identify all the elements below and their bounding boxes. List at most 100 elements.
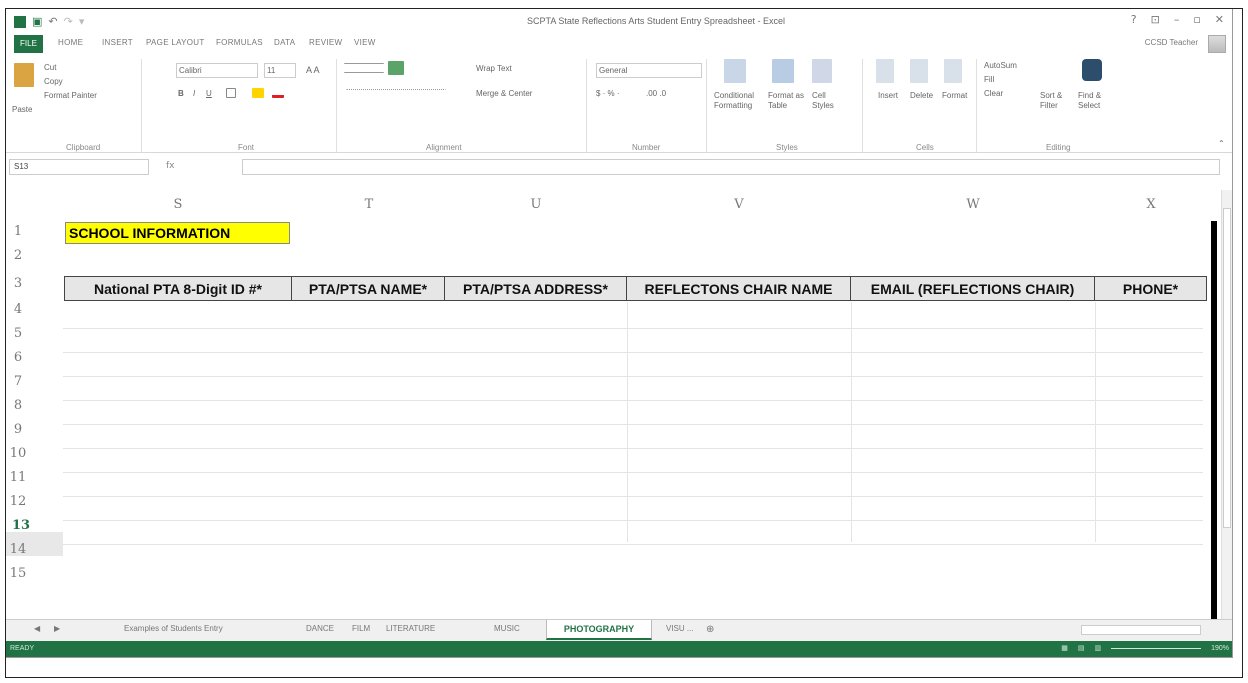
row-header[interactable]: 3: [6, 276, 30, 291]
tab-home[interactable]: HOME: [58, 38, 83, 47]
row-header[interactable]: 14: [6, 542, 30, 557]
header-cell-pta-id[interactable]: National PTA 8-Digit ID #*: [64, 276, 292, 301]
delete-cells-icon[interactable]: [910, 59, 928, 83]
add-sheet-icon[interactable]: ⊕: [706, 624, 714, 635]
autosum-button[interactable]: AutoSum: [984, 61, 1017, 70]
redo-icon[interactable]: ↷: [64, 15, 73, 28]
formula-input[interactable]: [242, 159, 1220, 175]
format-cells-icon[interactable]: [944, 59, 962, 83]
bold-button[interactable]: B: [178, 89, 184, 98]
normal-view-icon[interactable]: ▦: [1061, 644, 1068, 652]
font-color-icon[interactable]: [272, 88, 284, 98]
restore-button[interactable]: ▫: [1193, 13, 1200, 26]
vertical-scrollbar[interactable]: [1221, 190, 1232, 620]
italic-button[interactable]: I: [193, 89, 195, 98]
horizontal-scrollbar[interactable]: [1081, 625, 1201, 635]
school-information-cell[interactable]: SCHOOL INFORMATION: [65, 222, 290, 244]
row-header[interactable]: 8: [6, 398, 30, 413]
sheet-tab-literature[interactable]: LITERATURE: [386, 624, 435, 633]
column-header-s[interactable]: S: [63, 190, 293, 217]
header-cell-pta-name[interactable]: PTA/PTSA NAME*: [292, 276, 445, 301]
minimize-button[interactable]: –: [1174, 13, 1180, 26]
decimal-icon[interactable]: .00 .0: [646, 89, 666, 98]
column-header-x[interactable]: X: [1095, 190, 1207, 217]
row-header[interactable]: 15: [6, 566, 30, 581]
zoom-slider[interactable]: [1111, 647, 1202, 649]
column-header-u[interactable]: U: [445, 190, 627, 217]
delete-button[interactable]: Delete: [910, 91, 933, 100]
collapse-ribbon-icon[interactable]: ⌃: [1218, 139, 1225, 148]
column-header-t[interactable]: T: [293, 190, 445, 217]
cell-styles-icon[interactable]: [812, 59, 832, 83]
sheet-tab-dance[interactable]: DANCE: [306, 624, 334, 633]
insert-cells-icon[interactable]: [876, 59, 894, 83]
avatar[interactable]: [1208, 35, 1226, 53]
insert-button[interactable]: Insert: [878, 91, 898, 100]
sheet-tab-film[interactable]: FILM: [352, 624, 370, 633]
scroll-tabs-right-icon[interactable]: ▶: [54, 624, 60, 633]
paste-icon[interactable]: [14, 63, 34, 87]
tab-page-layout[interactable]: PAGE LAYOUT: [146, 38, 205, 47]
row-header[interactable]: 11: [6, 470, 30, 485]
sheet-tab-examples[interactable]: Examples of Students Entry: [124, 624, 223, 633]
format-table-icon[interactable]: [772, 59, 794, 83]
row-header-selected[interactable]: 13: [12, 518, 30, 533]
currency-icon[interactable]: $ · % ·: [596, 89, 620, 98]
sheet-tab-visual-arts[interactable]: VISU ...: [666, 624, 694, 633]
column-header-v[interactable]: V: [627, 190, 851, 217]
row-header[interactable]: 4: [6, 302, 30, 317]
tab-view[interactable]: VIEW: [354, 38, 376, 47]
conditional-formatting-icon[interactable]: [724, 59, 746, 83]
align-top-icon[interactable]: [344, 63, 384, 73]
header-cell-pta-address[interactable]: PTA/PTSA ADDRESS*: [445, 276, 627, 301]
number-format-select[interactable]: General: [596, 63, 702, 78]
scroll-tabs-left-icon[interactable]: ◀: [34, 624, 40, 633]
row-header[interactable]: 5: [6, 326, 30, 341]
fill-button[interactable]: Fill: [984, 75, 994, 84]
copy-button[interactable]: Copy: [44, 77, 63, 86]
format-as-table-button[interactable]: Format as Table: [768, 91, 808, 111]
fill-color-icon[interactable]: [252, 88, 264, 98]
sort-filter-button[interactable]: Sort & Filter: [1040, 91, 1072, 111]
merge-center-button[interactable]: Merge & Center: [476, 89, 532, 98]
header-cell-chair-email[interactable]: EMAIL (REFLECTIONS CHAIR): [851, 276, 1095, 301]
zoom-level[interactable]: 190%: [1211, 645, 1229, 652]
font-name-select[interactable]: Calibri: [176, 63, 258, 78]
font-size-select[interactable]: 11: [264, 63, 296, 78]
row-header[interactable]: 2: [6, 248, 30, 263]
save-icon[interactable]: ▣: [32, 15, 42, 28]
row-header[interactable]: 6: [6, 350, 30, 365]
format-button[interactable]: Format: [942, 91, 967, 100]
undo-icon[interactable]: ↶: [48, 15, 57, 28]
row-header[interactable]: 9: [6, 422, 30, 437]
page-break-view-icon[interactable]: ▥: [1094, 644, 1101, 652]
help-button[interactable]: ?: [1131, 13, 1137, 26]
sort-filter-icon[interactable]: [1046, 61, 1062, 83]
wrap-text-button[interactable]: Wrap Text: [476, 64, 512, 73]
tab-file[interactable]: FILE: [14, 35, 43, 53]
row-header[interactable]: 12: [6, 494, 30, 509]
row-header[interactable]: 7: [6, 374, 30, 389]
conditional-formatting-button[interactable]: Conditional Formatting: [714, 91, 764, 111]
column-header-w[interactable]: W: [851, 190, 1095, 217]
cut-button[interactable]: Cut: [44, 63, 56, 72]
align-left-icon[interactable]: [346, 89, 446, 97]
scroll-thumb[interactable]: [1223, 208, 1231, 528]
user-name[interactable]: CCSD Teacher: [1145, 38, 1198, 47]
name-box[interactable]: S13: [9, 159, 149, 175]
close-button[interactable]: ✕: [1215, 13, 1224, 26]
tab-data[interactable]: DATA: [274, 38, 295, 47]
grow-font-icon[interactable]: A A: [306, 65, 320, 75]
orientation-icon[interactable]: [388, 61, 404, 75]
tab-review[interactable]: REVIEW: [309, 38, 342, 47]
customize-qat-icon[interactable]: ▾: [79, 15, 85, 28]
underline-button[interactable]: U: [206, 89, 212, 98]
header-cell-phone[interactable]: PHONE*: [1095, 276, 1207, 301]
page-layout-view-icon[interactable]: ▤: [1078, 644, 1085, 652]
clear-button[interactable]: Clear: [984, 89, 1003, 98]
sheet-tab-photography[interactable]: PHOTOGRAPHY: [546, 620, 652, 640]
sheet-tab-music[interactable]: MUSIC: [494, 624, 520, 633]
format-painter-button[interactable]: Format Painter: [44, 91, 97, 100]
row-header[interactable]: 1: [6, 224, 30, 239]
find-select-button[interactable]: Find & Select: [1078, 91, 1114, 111]
